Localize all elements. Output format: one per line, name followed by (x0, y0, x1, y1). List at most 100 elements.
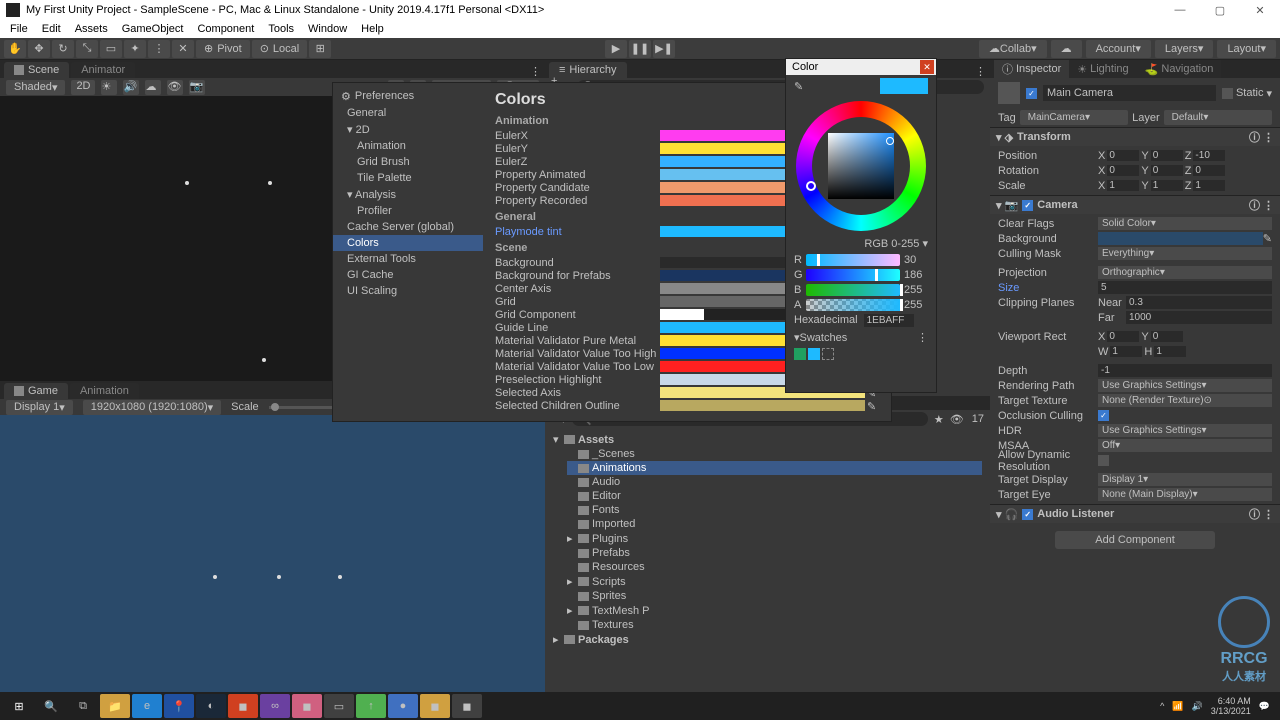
tdisp-dd[interactable]: Display 1 ▾ (1098, 473, 1272, 486)
scl-z[interactable] (1193, 180, 1225, 191)
occ-check[interactable] (1098, 410, 1109, 421)
folder-editor[interactable]: Editor (567, 489, 982, 503)
folder-animations[interactable]: Animations (567, 461, 982, 475)
swatch-1[interactable] (794, 348, 806, 360)
notifications-icon[interactable]: 💬 (1259, 701, 1270, 712)
prefs-nav-gridbrush[interactable]: Grid Brush (333, 154, 483, 170)
menu-file[interactable]: File (10, 23, 28, 35)
explorer-icon[interactable]: 📁 (100, 694, 130, 718)
minimize-button[interactable]: — (1160, 0, 1200, 20)
fx-toggle[interactable]: ☁ (145, 80, 161, 95)
steam-icon[interactable]: ◐ (196, 694, 226, 718)
tray-up[interactable]: ^ (1160, 701, 1164, 711)
hue-cursor[interactable] (806, 181, 816, 191)
clock-time[interactable]: 6:40 AM (1211, 696, 1251, 706)
object-name-field[interactable]: Main Camera (1043, 85, 1216, 101)
prefs-nav-animation[interactable]: Animation (333, 138, 483, 154)
folder-audio[interactable]: Audio (567, 475, 982, 489)
hex-field[interactable] (864, 314, 914, 327)
scl-y[interactable] (1151, 180, 1183, 191)
tray-net[interactable]: 📶 (1172, 701, 1183, 712)
folder-plugins[interactable]: ▸Plugins (567, 531, 982, 546)
vp-h[interactable] (1154, 346, 1186, 357)
layers-dropdown[interactable]: Layers ▾ (1155, 40, 1214, 58)
vp-x[interactable] (1107, 331, 1139, 342)
ttex-field[interactable]: None (Render Texture) ⊙ (1098, 394, 1272, 407)
app-icon-3[interactable]: ◼ (292, 694, 322, 718)
menu-gameobject[interactable]: GameObject (122, 23, 184, 35)
folder-imported[interactable]: Imported (567, 517, 982, 531)
swatch-add[interactable] (822, 348, 834, 360)
menu-component[interactable]: Component (197, 23, 254, 35)
pause-button[interactable]: ❚❚ (629, 40, 651, 58)
swatch-2[interactable] (808, 348, 820, 360)
layout-dropdown[interactable]: Layout ▾ (1217, 40, 1276, 58)
menu-window[interactable]: Window (308, 23, 347, 35)
play-button[interactable]: ▶ (605, 40, 627, 58)
tag-dropdown[interactable]: MainCamera ▾ (1020, 110, 1128, 125)
b-value[interactable]: 255 (904, 284, 928, 296)
layer-dropdown[interactable]: Default ▾ (1164, 110, 1272, 125)
g-value[interactable]: 186 (904, 269, 928, 281)
start-button[interactable]: ⊞ (4, 694, 34, 718)
collab-button[interactable]: ☁ Collab ▾ (979, 40, 1047, 58)
step-button[interactable]: ▶❚ (653, 40, 675, 58)
teye-dd[interactable]: None (Main Display) ▾ (1098, 488, 1272, 501)
clock-date[interactable]: 3/13/2021 (1211, 706, 1251, 716)
prefs-nav-profiler[interactable]: Profiler (333, 203, 483, 219)
vp-w[interactable] (1110, 346, 1142, 357)
cullmask-dd[interactable]: Everything ▾ (1098, 247, 1272, 260)
menu-edit[interactable]: Edit (42, 23, 61, 35)
color-picker-close[interactable]: ✕ (920, 60, 934, 74)
prefs-nav-uiscaling[interactable]: UI Scaling (333, 283, 483, 299)
swatches-header[interactable]: ▾ Swatches⋮ (786, 329, 936, 346)
folder-sprites[interactable]: Sprites (567, 589, 982, 603)
static-toggle[interactable]: Static ▾ (1222, 87, 1272, 100)
close-button[interactable]: ✕ (1240, 0, 1280, 20)
prefs-nav-cache[interactable]: Cache Server (global) (333, 219, 483, 235)
app-icon-2[interactable]: ◼ (228, 694, 258, 718)
active-checkbox[interactable] (1026, 88, 1037, 99)
folder-packages[interactable]: ▸Packages (553, 632, 982, 647)
a-value[interactable]: 255 (904, 299, 928, 311)
snap-toggle[interactable]: ⊞ (309, 40, 331, 58)
vis-toggle[interactable]: 👁▾ (167, 80, 183, 95)
app-icon-7[interactable]: ◼ (420, 694, 450, 718)
maximize-button[interactable]: ▢ (1200, 0, 1240, 20)
rpath-dd[interactable]: Use Graphics Settings ▾ (1098, 379, 1272, 392)
prefs-nav-general[interactable]: General (333, 105, 483, 121)
app-icon-1[interactable]: 📍 (164, 694, 194, 718)
camera-header[interactable]: ▾ 📷 Cameraⓘ ⋮ (990, 196, 1280, 214)
custom-tool[interactable]: ⋮ (148, 40, 170, 58)
tab-navigation[interactable]: ⛳ Navigation (1137, 60, 1222, 78)
prefs-nav-colors[interactable]: Colors (333, 235, 483, 251)
tab-lighting[interactable]: ☀ Lighting (1069, 60, 1136, 78)
game-view[interactable] (0, 415, 545, 700)
background-color[interactable] (1098, 232, 1263, 245)
tab-inspector[interactable]: ⓘ Inspector (994, 60, 1069, 78)
scale-tool[interactable]: ⤡ (76, 40, 98, 58)
size-field[interactable]: 5 (1098, 281, 1272, 294)
cloud-button[interactable]: ☁ (1051, 40, 1082, 58)
a-slider[interactable] (806, 299, 900, 311)
2d-toggle[interactable]: 2D (71, 80, 95, 95)
object-icon[interactable] (998, 82, 1020, 104)
shaded-dropdown[interactable]: Shaded ▾ (6, 80, 65, 95)
folder-textmeshpro[interactable]: ▸TextMesh P (567, 603, 982, 618)
vp-y[interactable] (1151, 331, 1183, 342)
near-field[interactable]: 0.3 (1126, 296, 1272, 309)
projection-dd[interactable]: Orthographic ▾ (1098, 266, 1272, 279)
sv-cursor[interactable] (886, 137, 894, 145)
vs-icon[interactable]: ∞ (260, 694, 290, 718)
resolution-dropdown[interactable]: 1920x1080 (1920:1080) ▾ (83, 400, 221, 415)
editor-tool[interactable]: ✕ (172, 40, 194, 58)
transform-header[interactable]: ▾ ⬗ Transformⓘ ⋮ (990, 128, 1280, 146)
display-dropdown[interactable]: Display 1 ▾ (6, 400, 73, 415)
pos-z[interactable] (1193, 150, 1225, 161)
app-icon-5[interactable]: ↑ (356, 694, 386, 718)
prefs-nav-external[interactable]: External Tools (333, 251, 483, 267)
prefs-nav-gicache[interactable]: GI Cache (333, 267, 483, 283)
g-slider[interactable] (806, 269, 900, 281)
color-selchildren[interactable] (660, 400, 865, 411)
pencil-icon[interactable]: ✎ (867, 400, 879, 412)
